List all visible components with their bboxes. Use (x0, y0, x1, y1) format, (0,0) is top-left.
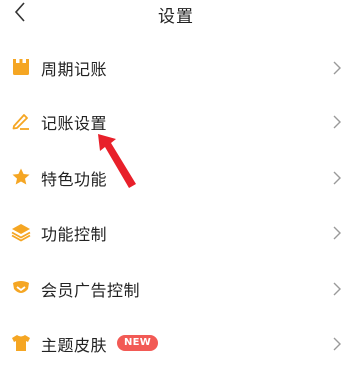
chevron-right-icon (333, 171, 341, 185)
settings-item-label: 记账设置 (41, 114, 108, 133)
edit-pen-icon (11, 111, 31, 131)
new-badge: NEW (117, 335, 159, 351)
settings-item-label: 会员广告控制 (41, 281, 141, 300)
layers-icon (11, 222, 31, 242)
settings-item-recurring[interactable]: 周期记账 (0, 40, 352, 96)
star-icon (11, 167, 31, 187)
settings-item-label: 功能控制 (41, 225, 108, 244)
page-title: 设置 (158, 7, 194, 27)
settings-item-theme[interactable]: 主题皮肤 NEW (0, 316, 352, 372)
settings-item-bookkeeping[interactable]: 记账设置 (0, 94, 352, 150)
member-badge-icon (11, 278, 31, 298)
tshirt-icon (11, 333, 31, 353)
settings-item-label: 主题皮肤 (41, 336, 108, 355)
settings-item-label: 特色功能 (41, 170, 108, 189)
calendar-icon (11, 57, 31, 77)
chevron-right-icon (333, 61, 341, 75)
chevron-right-icon (333, 226, 341, 240)
settings-item-features[interactable]: 特色功能 (0, 150, 352, 206)
chevron-right-icon (333, 337, 341, 351)
settings-item-member-ads[interactable]: 会员广告控制 (0, 261, 352, 317)
settings-item-label: 周期记账 (41, 60, 108, 79)
chevron-right-icon (333, 115, 341, 129)
header-bar: 设置 (0, 0, 352, 34)
chevron-right-icon (333, 282, 341, 296)
settings-item-function-control[interactable]: 功能控制 (0, 205, 352, 261)
